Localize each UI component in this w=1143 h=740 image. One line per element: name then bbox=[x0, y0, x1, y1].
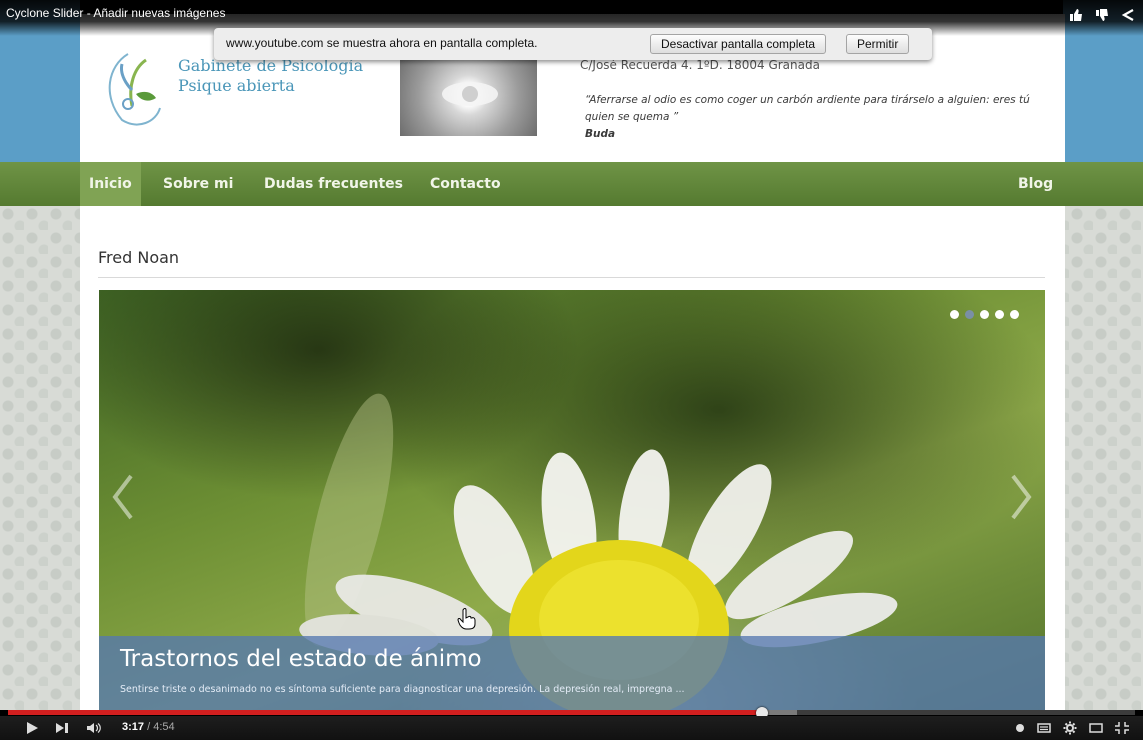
annotations-icon[interactable] bbox=[1012, 721, 1028, 735]
logo-line-2: Psique abierta bbox=[178, 76, 295, 95]
fullscreen-message: www.youtube.com se muestra ahora en pant… bbox=[226, 36, 538, 50]
logo-icon bbox=[108, 53, 161, 126]
player-controls: 3:17 / 4:54 bbox=[0, 716, 1143, 740]
time-display: 3:17 / 4:54 bbox=[122, 721, 175, 733]
share-icon[interactable] bbox=[1121, 8, 1135, 22]
exit-fullscreen-button[interactable]: Desactivar pantalla completa bbox=[650, 34, 827, 54]
captions-icon[interactable] bbox=[1036, 721, 1052, 735]
nav-item-sobre-mi[interactable]: Sobre mi bbox=[154, 162, 242, 206]
hand-cursor-icon bbox=[457, 608, 476, 630]
slider-dot[interactable] bbox=[950, 310, 959, 319]
next-icon[interactable] bbox=[54, 721, 70, 735]
slider-dot[interactable] bbox=[980, 310, 989, 319]
caption-title: Trastornos del estado de ánimo bbox=[120, 646, 482, 672]
progress-played bbox=[8, 710, 762, 715]
play-icon[interactable] bbox=[24, 721, 40, 735]
site-logo-text[interactable]: Gabinete de Psicología Psique abierta bbox=[178, 56, 363, 96]
video-frame: Gabinete de Psicología Psique abierta C/… bbox=[0, 0, 1143, 740]
title-divider bbox=[98, 277, 1045, 278]
settings-gear-icon[interactable] bbox=[1062, 721, 1078, 735]
theater-mode-icon[interactable] bbox=[1088, 721, 1104, 735]
allow-fullscreen-button[interactable]: Permitir bbox=[846, 34, 910, 54]
slide-caption: Trastornos del estado de ánimo Sentirse … bbox=[99, 636, 1045, 710]
header-address: C/José Recuerda 4. 1ºD. 18004 Granada bbox=[580, 58, 820, 72]
caption-text: Sentirse triste o desanimado no es sínto… bbox=[120, 684, 685, 695]
main-content: Fred Noan Trastornos del estado de ánimo… bbox=[80, 206, 1065, 710]
like-icon[interactable] bbox=[1069, 8, 1083, 22]
nav-item-dudas-frecuentes[interactable]: Dudas frecuentes bbox=[255, 162, 412, 206]
fullscreen-notice: www.youtube.com se muestra ahora en pant… bbox=[214, 28, 932, 60]
nav-item-blog[interactable]: Blog bbox=[1009, 162, 1062, 206]
video-title[interactable]: Cyclone Slider - Añadir nuevas imágenes bbox=[6, 6, 225, 20]
volume-icon[interactable] bbox=[86, 721, 102, 735]
header-flower-image bbox=[400, 54, 537, 136]
main-nav: Inicio Sobre mi Dudas frecuentes Contact… bbox=[0, 162, 1143, 206]
exit-fullscreen-icon[interactable] bbox=[1114, 721, 1130, 735]
chevron-right-icon[interactable] bbox=[1005, 472, 1035, 522]
slider-dot[interactable] bbox=[1010, 310, 1019, 319]
dislike-icon[interactable] bbox=[1095, 8, 1109, 22]
current-time: 3:17 bbox=[122, 721, 145, 733]
header-quote: “Aferrarse al odio es como coger un carb… bbox=[585, 92, 1055, 143]
duration: 4:54 bbox=[153, 721, 175, 733]
video-progress-bar[interactable] bbox=[8, 707, 1135, 719]
chevron-left-icon[interactable] bbox=[109, 472, 139, 522]
image-slider[interactable]: Trastornos del estado de ánimo Sentirse … bbox=[99, 290, 1045, 710]
slider-dot[interactable] bbox=[995, 310, 1004, 319]
time-separator: / bbox=[147, 721, 151, 733]
nav-item-contacto[interactable]: Contacto bbox=[421, 162, 510, 206]
post-title: Fred Noan bbox=[98, 248, 180, 267]
slider-dot-active[interactable] bbox=[965, 310, 974, 319]
quote-text: “Aferrarse al odio es como coger un carb… bbox=[585, 94, 1030, 123]
nav-item-inicio[interactable]: Inicio bbox=[80, 162, 141, 206]
video-actions bbox=[1069, 8, 1135, 22]
quote-author: Buda bbox=[585, 128, 616, 140]
flower-icon bbox=[442, 82, 498, 106]
slider-pagination bbox=[950, 310, 1019, 319]
